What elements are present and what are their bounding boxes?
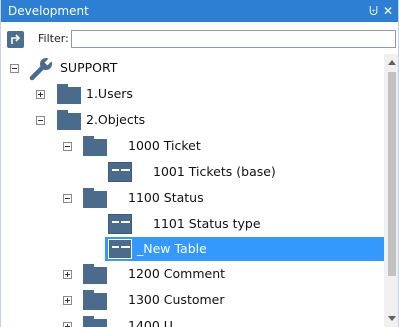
tree-item-label: 1100 Status	[128, 190, 204, 205]
goto-arrow-icon	[11, 34, 21, 44]
scroll-thumb[interactable]	[388, 72, 396, 276]
collapse-icon[interactable]	[63, 142, 72, 151]
folder-icon	[83, 264, 107, 284]
tree-item-label: 1300 Customer	[128, 292, 225, 307]
tree-item-users[interactable]: 1.Users	[1, 82, 384, 106]
expand-icon[interactable]	[63, 322, 72, 327]
folder-icon	[57, 110, 81, 130]
expand-icon[interactable]	[36, 90, 45, 99]
folder-icon	[57, 84, 81, 104]
tree-item-label: 1101 Status type	[153, 216, 261, 231]
tree-item-label: 1000 Ticket	[128, 138, 201, 153]
tree-item-label: 1001 Tickets (base)	[153, 164, 276, 179]
folder-icon	[83, 316, 107, 327]
tree-item-label: 1200 Comment	[128, 266, 226, 281]
tree-item-new-table[interactable]: _New Table	[1, 236, 384, 261]
expand-icon[interactable]	[63, 270, 72, 279]
toolbar: Filter:	[1, 22, 398, 54]
collapse-icon[interactable]	[10, 64, 19, 73]
tree-item-1000-ticket[interactable]: 1000 Ticket	[1, 134, 384, 158]
scroll-down-arrow-icon[interactable]	[384, 311, 398, 325]
panel-titlebar[interactable]: Development ⨄ ✕	[1, 0, 398, 22]
filter-label: Filter:	[38, 32, 69, 45]
tree-item-label: _New Table	[137, 241, 207, 256]
collapse-icon[interactable]	[63, 194, 72, 203]
tree-item-1400[interactable]: 1400 U...	[1, 314, 384, 327]
tree-item-support[interactable]: SUPPORT	[1, 56, 384, 81]
development-panel: Development ⨄ ✕ Filter: SUPPORT 1.Users …	[0, 0, 399, 327]
wrench-icon	[29, 57, 54, 81]
close-icon[interactable]: ✕	[383, 0, 393, 22]
table-icon	[108, 214, 132, 234]
tree-item-objects[interactable]: 2.Objects	[1, 108, 384, 132]
scroll-up-arrow-icon[interactable]	[384, 56, 398, 70]
tree-item-1200-comment[interactable]: 1200 Comment	[1, 262, 384, 286]
tree-item-label: 1400 U...	[128, 318, 185, 327]
panel-title: Development	[8, 4, 89, 18]
filter-input[interactable]	[71, 30, 396, 48]
tree-view[interactable]: SUPPORT 1.Users 2.Objects 1000 Ticket 10…	[1, 54, 384, 327]
tree-item-1101-status-type[interactable]: 1101 Status type	[1, 212, 384, 236]
tree-item-1001-tickets-base[interactable]: 1001 Tickets (base)	[1, 160, 384, 184]
tree-item-label: 2.Objects	[86, 112, 146, 127]
table-icon	[108, 239, 132, 259]
tree-item-1300-customer[interactable]: 1300 Customer	[1, 288, 384, 312]
folder-icon	[83, 136, 107, 156]
tree-item-1100-status[interactable]: 1100 Status	[1, 186, 384, 210]
table-icon	[108, 162, 132, 182]
tree-item-label: SUPPORT	[60, 60, 118, 75]
goto-button[interactable]	[7, 31, 24, 48]
folder-icon	[83, 188, 107, 208]
vertical-scrollbar[interactable]	[384, 54, 398, 327]
collapse-icon[interactable]	[36, 116, 45, 125]
tree-item-label: 1.Users	[86, 86, 133, 101]
pin-icon[interactable]: ⨄	[369, 0, 378, 22]
expand-icon[interactable]	[63, 296, 72, 305]
folder-icon	[83, 290, 107, 310]
